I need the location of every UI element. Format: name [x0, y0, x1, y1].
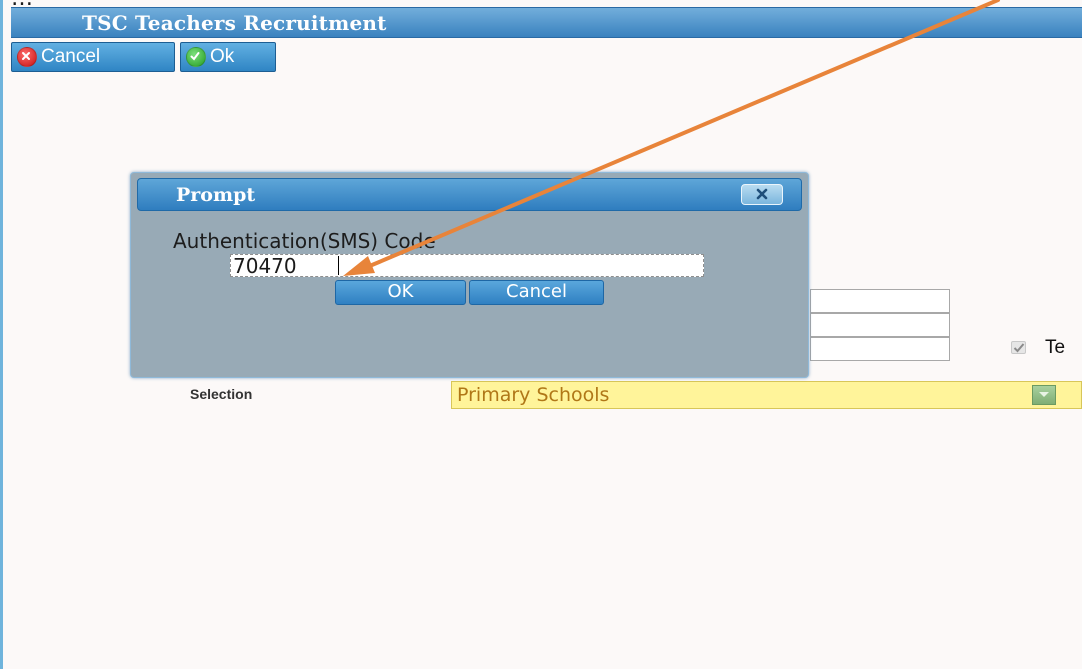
form-input-2[interactable] [810, 313, 950, 337]
dialog-header: Prompt [137, 178, 802, 211]
auth-code-label: Authentication(SMS) Code [173, 229, 436, 253]
toolbar-cancel-label: Cancel [41, 46, 101, 67]
dialog-cancel-button[interactable]: Cancel [469, 280, 604, 305]
dialog-close-button[interactable] [741, 184, 783, 205]
text-caret [338, 256, 339, 275]
check-icon [186, 47, 206, 67]
close-icon [756, 188, 768, 200]
toolbar-ok-button[interactable]: Ok [180, 42, 276, 72]
chevron-down-icon [1039, 392, 1049, 397]
cancel-x-icon [17, 47, 37, 67]
checkbox-label: Te [1045, 337, 1066, 358]
toolbar-ok-label: Ok [210, 46, 235, 67]
selection-dropdown[interactable]: Primary Schools [451, 381, 1082, 409]
selection-label: Selection [190, 386, 253, 402]
form-input-1[interactable] [810, 289, 950, 313]
dropdown-arrow-button[interactable] [1032, 385, 1056, 405]
dialog-title: Prompt [176, 184, 256, 206]
auth-code-input[interactable] [230, 254, 704, 277]
toolbar-cancel-button[interactable]: Cancel [11, 42, 175, 72]
selection-value: Primary Schools [457, 384, 610, 406]
app-window: … TSC Teachers Recruitment Cancel Ok Te … [0, 0, 1082, 669]
prompt-dialog: Prompt Authentication(SMS) Code OK Cance… [130, 172, 809, 378]
window-left-border [0, 0, 3, 669]
form-input-3[interactable] [810, 337, 950, 361]
checkmark-icon [1013, 343, 1025, 353]
dialog-ok-button[interactable]: OK [335, 280, 466, 305]
window-title-bar: TSC Teachers Recruitment [11, 7, 1082, 38]
teacher-checkbox[interactable] [1011, 341, 1026, 354]
window-title: TSC Teachers Recruitment [82, 11, 387, 35]
